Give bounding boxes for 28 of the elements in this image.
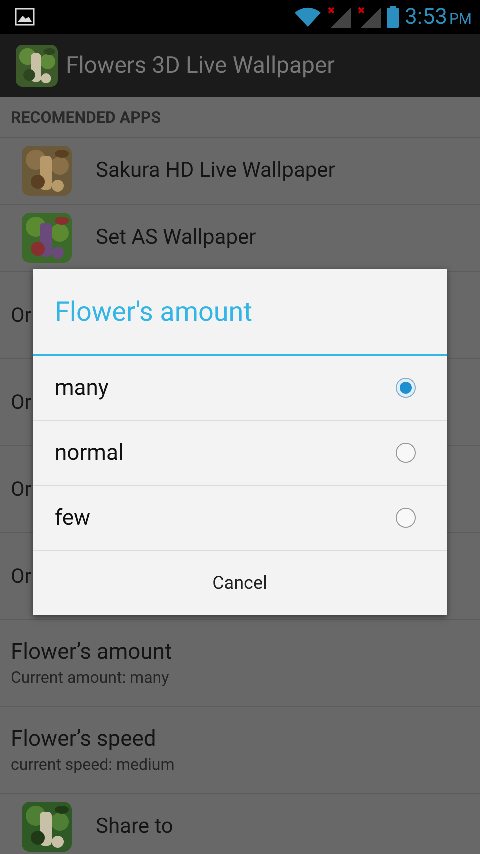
setting-title[interactable]: Flower’s speed <box>11 726 156 752</box>
clock-period: PM <box>449 10 472 28</box>
app-title: Flowers 3D Live Wallpaper <box>66 52 335 79</box>
section-header: RECOMENDED APPS <box>11 108 162 126</box>
app-name[interactable]: Set AS Wallpaper <box>96 226 256 250</box>
signal-icon <box>327 6 352 28</box>
dialog-title: Flower's amount <box>55 296 253 328</box>
setting-summary: Current amount: many <box>11 668 170 686</box>
share-item[interactable]: Share to <box>96 815 174 839</box>
option-label[interactable]: normal <box>55 440 124 466</box>
setting-title: Or <box>11 390 32 414</box>
signal-icon <box>357 6 382 28</box>
setting-title[interactable]: Flower’s amount <box>11 640 172 664</box>
setting-title: Or <box>11 303 32 327</box>
wifi-icon <box>295 7 322 27</box>
gallery-icon <box>15 8 35 26</box>
battery-icon <box>387 6 400 28</box>
radio-button[interactable] <box>396 508 416 528</box>
setting-summary: current speed: medium <box>11 754 175 774</box>
clock-time: 3:53 <box>405 4 448 30</box>
setting-title: Or <box>11 564 32 588</box>
radio-button[interactable] <box>396 443 416 463</box>
app-name[interactable]: Sakura HD Live Wallpaper <box>96 159 336 183</box>
option-label[interactable]: few <box>55 506 91 530</box>
setting-title: Or <box>11 477 32 501</box>
cancel-button[interactable]: Cancel <box>33 551 447 615</box>
radio-button[interactable] <box>396 378 416 398</box>
option-label[interactable]: many <box>55 376 109 400</box>
